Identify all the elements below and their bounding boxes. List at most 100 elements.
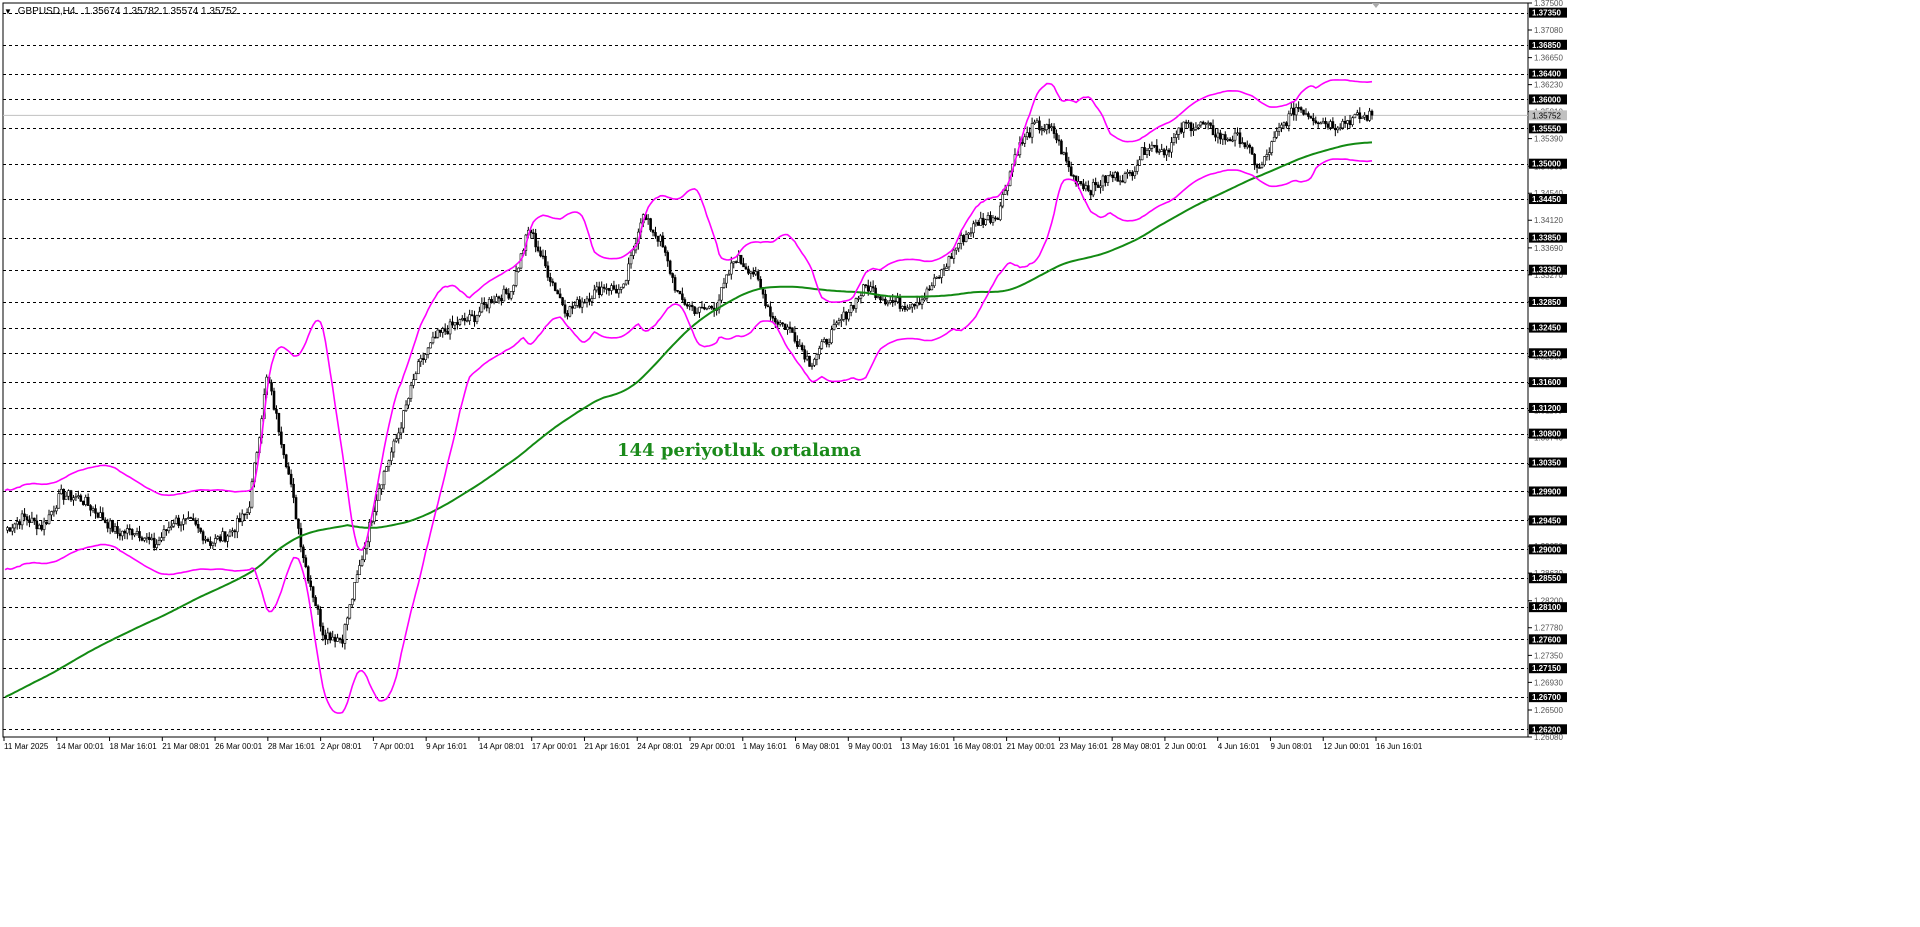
chart-window[interactable]: ▼ GBPUSD,H4 1.35674 1.35782 1.35574 1.35… [0, 0, 1920, 927]
candle-body [199, 527, 202, 532]
collapse-triangle-icon[interactable]: ▼ [4, 7, 12, 16]
candle-body [774, 317, 777, 323]
candle-body [1025, 132, 1029, 138]
candle-body [984, 219, 987, 225]
price-chart[interactable]: 1.375001.370801.366501.362301.358101.353… [0, 0, 1920, 927]
candle-body [321, 625, 325, 636]
candle-body [1228, 138, 1232, 142]
candle-body [945, 266, 948, 269]
candle-body [91, 508, 95, 511]
candle-body [651, 229, 655, 233]
candle-body [1321, 121, 1325, 124]
candle-body [575, 299, 579, 306]
candle-body [546, 265, 550, 278]
x-tick-label: 6 May 08:01 [796, 742, 841, 751]
candle-body [1360, 116, 1364, 119]
y-tick-label: 1.27350 [1534, 651, 1563, 660]
candle-body [1250, 147, 1254, 155]
candle-body [145, 536, 149, 539]
candle-body [324, 634, 327, 640]
candle-body [101, 512, 105, 521]
candle-body [786, 326, 789, 330]
candle-body [8, 527, 12, 532]
candle-body [837, 320, 841, 324]
candle-body [1040, 129, 1044, 132]
candle-body [236, 518, 239, 533]
candle-body [1294, 107, 1298, 116]
candle-body [1201, 121, 1205, 125]
candle-body [441, 328, 445, 333]
candle-body [871, 286, 875, 289]
candle-body [1304, 113, 1308, 115]
candle-body [424, 354, 427, 360]
ohlc-values: 1.35674 1.35782 1.35574 1.35752 [84, 6, 238, 17]
symbol-label: GBPUSD,H4 [17, 6, 76, 17]
candle-body [128, 528, 132, 530]
candle-body [627, 263, 630, 281]
candle-body [505, 288, 508, 294]
candle-body [311, 586, 315, 598]
candle-body [1106, 174, 1110, 183]
candle-body [412, 379, 415, 386]
candle-body [590, 298, 594, 302]
candle-body [18, 521, 21, 526]
candle-body [815, 354, 819, 360]
candle-body [1265, 154, 1269, 157]
candle-body [1211, 125, 1215, 136]
candle-body [226, 535, 229, 542]
x-tick-label: 18 Mar 16:01 [110, 742, 158, 751]
candle-body [121, 530, 124, 537]
candle-body [600, 286, 603, 295]
candle-body [460, 318, 464, 320]
candle-body [1326, 123, 1330, 128]
chart-shift-marker-icon [1372, 3, 1380, 8]
candle-body [531, 232, 535, 234]
candle-body [913, 303, 917, 307]
candle-body [1121, 180, 1124, 183]
candle-body [165, 529, 168, 532]
candle-body [385, 466, 388, 472]
candle-body [45, 521, 48, 525]
x-tick-label: 17 Apr 00:01 [532, 742, 578, 751]
candle-body [1111, 174, 1115, 179]
candle-body [426, 347, 430, 355]
candle-body [830, 329, 833, 344]
candle-body [11, 527, 14, 532]
level-price-label: 1.32850 [1532, 298, 1561, 307]
candle-body [297, 518, 300, 529]
candle-body [1314, 120, 1318, 124]
candle-body [1118, 180, 1122, 183]
candle-body [981, 217, 985, 225]
candle-body [309, 580, 312, 588]
candle-body [512, 285, 515, 292]
x-tick-label: 21 Mar 08:01 [162, 742, 210, 751]
candle-body [458, 319, 462, 325]
candle-body [903, 306, 907, 310]
candle-body [810, 364, 814, 367]
candle-body [578, 299, 581, 308]
candle-body [350, 598, 354, 605]
candle-body [1065, 152, 1068, 162]
candle-body [597, 286, 601, 295]
candle-body [275, 409, 278, 414]
level-price-label: 1.26700 [1532, 693, 1561, 702]
candle-body [111, 520, 114, 532]
candle-body [989, 215, 992, 223]
candle-body [820, 341, 824, 349]
candle-body [959, 235, 963, 244]
candle-body [1334, 127, 1337, 131]
candle-body [160, 537, 163, 541]
candle-body [764, 293, 767, 307]
candle-body [612, 285, 616, 290]
candle-body [1050, 126, 1053, 129]
candle-body [1267, 152, 1271, 155]
candle-body [1253, 153, 1256, 166]
candle-body [37, 524, 41, 530]
candle-body [456, 322, 459, 325]
candle-body [1003, 190, 1007, 195]
candle-body [624, 280, 628, 285]
candle-body [593, 289, 596, 299]
candle-body [991, 217, 995, 223]
candle-body [1282, 122, 1286, 126]
candle-body [316, 605, 320, 610]
